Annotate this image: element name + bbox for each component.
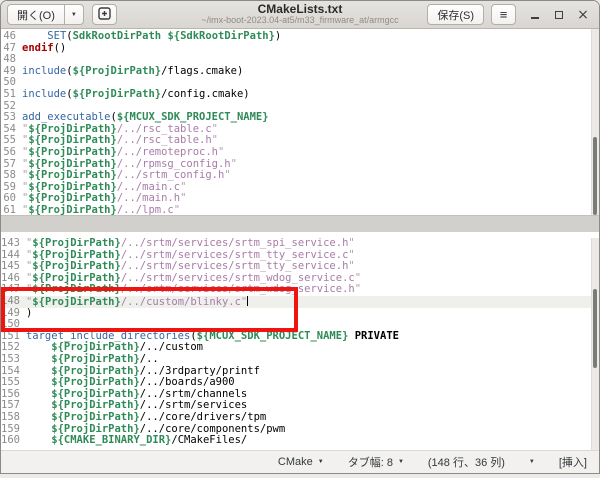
line-number: 56 (1, 147, 22, 159)
code-text[interactable]: ) (26, 308, 599, 320)
code-line-149[interactable]: 149) (1, 308, 599, 320)
line-number: 53 (1, 112, 22, 124)
line-number: 61 (1, 205, 22, 215)
hamburger-icon: ≡ (500, 7, 508, 22)
text-editor-area[interactable]: 46 SET(SdkRootDirPath ${SdkRootDirPath})… (1, 29, 599, 450)
tab-width-label: タブ幅: 8 (348, 454, 393, 470)
scrollbar-thumb-bottom[interactable] (593, 289, 597, 368)
open-button[interactable]: 開く(O) (7, 4, 65, 25)
code-text[interactable]: "${ProjDirPath}/../lpm.c" (22, 205, 599, 215)
code-line-49[interactable]: 49include(${ProjDirPath}/flags.cmake) (1, 66, 599, 78)
line-number: 160 (1, 435, 26, 447)
statusbar: CMake ▼ タブ幅: 8 ▼ (148 行、36 列) ▼ [挿入] (1, 450, 599, 473)
code-line-147[interactable]: 147"${ProjDirPath}/../srtm/services/srtm… (1, 284, 599, 296)
code-pane-bottom: 143 "${ProjDirPath}/../srtm/services/srtm… (1, 238, 599, 450)
scrollbar-track-bottom[interactable] (591, 238, 599, 450)
insert-mode-indicator: [挿入] (559, 454, 587, 470)
goto-line-dropdown[interactable]: ▼ (529, 459, 535, 465)
code-pane-top: 46 SET(SdkRootDirPath ${SdkRootDirPath})… (1, 29, 599, 215)
chevron-down-icon: ▼ (529, 459, 535, 465)
splice-gray-band (1, 215, 599, 232)
menu-button[interactable]: ≡ (491, 4, 516, 25)
open-dropdown-button[interactable]: ▼ (65, 4, 84, 25)
maximize-icon (555, 11, 563, 19)
close-button[interactable]: × (577, 9, 589, 21)
code-line-47[interactable]: 47endif() (1, 43, 599, 55)
new-document-button[interactable] (92, 4, 117, 25)
line-number: 155 (1, 377, 26, 389)
titlebar: 開く(O) ▼ CMakeLists.txt ~/imx-boot-2023.0… (1, 1, 599, 29)
cursor-position-label: (148 行、36 列) (428, 454, 505, 470)
line-number: 143 (1, 238, 26, 250)
window-subtitle: ~/imx-boot-2023.04-at5/m33_firmware_at/a… (140, 16, 460, 26)
splice-divider (1, 215, 599, 238)
line-number: 153 (1, 354, 26, 366)
code-line-148[interactable]: 148"${ProjDirPath}/../custom/blinky.c" (1, 296, 599, 308)
code-text[interactable]: include(${ProjDirPath}/flags.cmake) (22, 66, 599, 78)
code-text[interactable]: ${CMAKE_BINARY_DIR}/CMakeFiles/ (26, 435, 599, 447)
maximize-button[interactable] (553, 9, 565, 21)
editor-window: 開く(O) ▼ CMakeLists.txt ~/imx-boot-2023.0… (0, 0, 600, 474)
line-number: 158 (1, 412, 26, 424)
window-title: CMakeLists.txt (140, 3, 460, 16)
line-number: 58 (1, 170, 22, 182)
tab-width-selector[interactable]: タブ幅: 8 ▼ (348, 454, 404, 470)
scrollbar-track-top[interactable] (591, 29, 599, 215)
code-text[interactable]: "${ProjDirPath}/../custom/blinky.c" (26, 296, 599, 308)
chevron-down-icon: ▼ (318, 459, 324, 465)
code-line-46[interactable]: 46 SET(SdkRootDirPath ${SdkRootDirPath}) (1, 31, 599, 43)
close-icon: × (577, 8, 589, 22)
code-text[interactable]: "${ProjDirPath}/../srtm/services/srtm_wd… (26, 284, 599, 296)
open-split-button: 開く(O) ▼ (7, 4, 84, 25)
text-cursor (247, 296, 248, 306)
chevron-down-icon: ▼ (71, 12, 77, 18)
line-number: 150 (1, 319, 26, 331)
chevron-down-icon: ▼ (398, 459, 404, 465)
line-number: 46 (1, 31, 22, 43)
scrollbar-thumb-top[interactable] (593, 137, 597, 215)
minimize-icon (531, 17, 539, 19)
save-button[interactable]: 保存(S) (427, 4, 484, 25)
minimize-button[interactable] (529, 9, 541, 21)
code-text[interactable]: SET(SdkRootDirPath ${SdkRootDirPath}) (22, 31, 599, 43)
cursor-position[interactable]: (148 行、36 列) (428, 454, 505, 470)
line-number: 51 (1, 89, 22, 101)
language-selector[interactable]: CMake ▼ (278, 456, 324, 468)
title-block: CMakeLists.txt ~/imx-boot-2023.04-at5/m3… (140, 3, 460, 26)
code-text[interactable]: endif() (22, 43, 599, 55)
line-number: 148 (1, 296, 26, 308)
code-line-51[interactable]: 51include(${ProjDirPath}/config.cmake) (1, 89, 599, 101)
code-text[interactable]: include(${ProjDirPath}/config.cmake) (22, 89, 599, 101)
code-line-61[interactable]: 61"${ProjDirPath}/../lpm.c" (1, 205, 599, 215)
new-tab-icon (98, 7, 111, 23)
code-line-160[interactable]: 160 ${CMAKE_BINARY_DIR}/CMakeFiles/ (1, 435, 599, 447)
language-label: CMake (278, 456, 313, 468)
